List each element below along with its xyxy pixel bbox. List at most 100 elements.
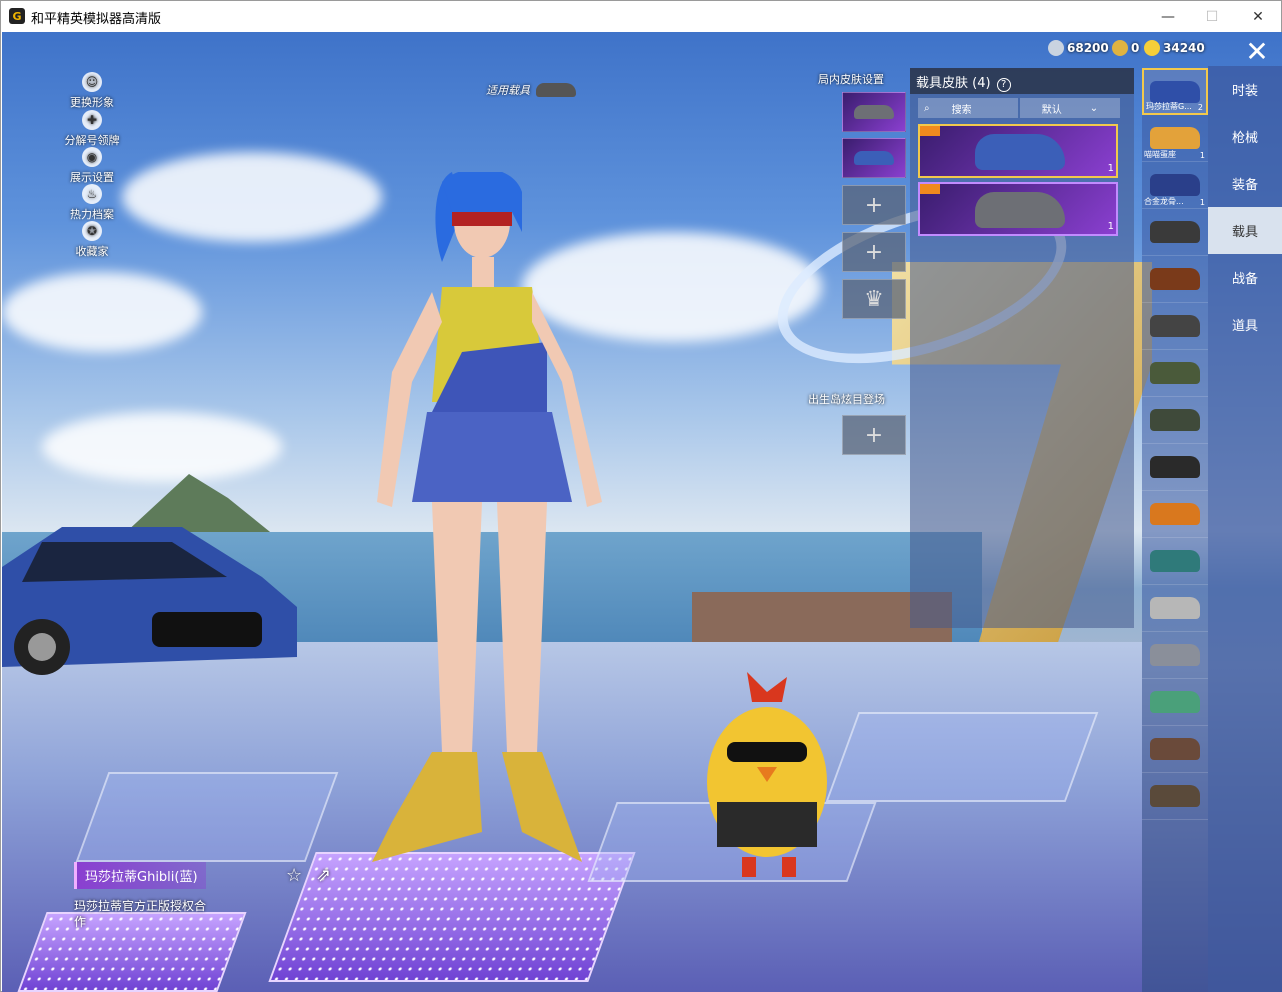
ingame-skin-slot-2[interactable] xyxy=(842,138,906,178)
vehicle-list-item[interactable] xyxy=(1142,773,1208,820)
category-tabs: 时装 枪械 装备 载具 战备 道具 xyxy=(1208,66,1282,992)
title-bar: G 和平精英模拟器高清版 — ☐ ✕ xyxy=(1,1,1281,32)
side-menu-item-heat-archive[interactable]: ♨ 热力档案 xyxy=(62,184,122,222)
vehicle-list-item[interactable] xyxy=(1142,491,1208,538)
vehicle-list-item[interactable] xyxy=(1142,350,1208,397)
skin-sort-dropdown[interactable]: 默认 ⌄ xyxy=(1020,98,1120,118)
vehicle-list-item[interactable] xyxy=(1142,679,1208,726)
vehicle-list-item[interactable] xyxy=(1142,303,1208,350)
currency-token-value: 0 xyxy=(1131,41,1140,55)
chevron-down-icon: ⌄ xyxy=(1089,102,1099,114)
skin-search-label: 搜索 xyxy=(951,104,972,116)
maximize-button[interactable]: ☐ xyxy=(1189,1,1235,32)
currency-gold-value: 34240 xyxy=(1163,41,1205,55)
skin-count: 1 xyxy=(1107,163,1114,174)
vehicle-list-item[interactable] xyxy=(1142,726,1208,773)
side-menu-item-collector[interactable]: ✪ 收藏家 xyxy=(62,221,122,259)
vehicle-list-item[interactable] xyxy=(1142,256,1208,303)
ingame-skin-slot-add-2[interactable]: + xyxy=(842,232,906,272)
vehicle-label: 玛莎拉蒂G... xyxy=(1146,102,1192,111)
help-icon[interactable]: ? xyxy=(996,78,1011,92)
vehicle-skin-panel-header: 载具皮肤 (4) ? xyxy=(910,68,1134,94)
favorite-star-icon[interactable]: ☆ xyxy=(286,865,302,886)
vehicle-list-item[interactable]: 玛莎拉蒂G... 2 xyxy=(1142,68,1208,115)
vehicle-count: 2 xyxy=(1197,103,1203,112)
side-menu-item-change-look[interactable]: ☺ 更换形象 xyxy=(62,72,122,110)
vehicle-count: 1 xyxy=(1199,198,1205,207)
vehicle-license-text: 玛莎拉蒂官方正版授权合作 xyxy=(74,899,207,929)
vehicle-thumbnail-icon xyxy=(1150,644,1200,666)
vehicle-thumbnail-icon xyxy=(1150,315,1200,337)
vehicle-list-item[interactable]: 喵喵蛋座 1 xyxy=(1142,115,1208,162)
game-viewport: ☺ 更换形象 ✚ 分解号领牌 ◉ 展示设置 ♨ 热力档案 ✪ 收藏家 适用载具 xyxy=(2,32,1282,992)
tab-1[interactable]: 枪械 xyxy=(1208,113,1282,160)
tab-0[interactable]: 时装 xyxy=(1208,66,1282,113)
vehicle-label: 喵喵蛋座 xyxy=(1144,150,1176,159)
vehicle-list-item[interactable] xyxy=(1142,209,1208,256)
tab-3[interactable]: 载具 xyxy=(1208,207,1282,254)
player-character xyxy=(372,172,602,862)
side-menu-label: 展示设置 xyxy=(70,171,114,184)
vehicle-thumbnail-icon xyxy=(1150,785,1200,807)
cloud xyxy=(2,272,202,352)
vehicle-thumbnail-icon xyxy=(1150,174,1200,196)
floor-tile xyxy=(825,712,1099,802)
vehicle-skin-title: 载具皮肤 (4) xyxy=(916,76,991,91)
car-thumbnail-icon xyxy=(854,151,894,165)
side-menu-label: 热力档案 xyxy=(70,208,114,221)
cloud xyxy=(42,412,282,482)
vehicle-skin-item[interactable]: 1 xyxy=(918,182,1118,236)
maserati-car xyxy=(2,527,297,675)
vehicle-list-item[interactable] xyxy=(1142,538,1208,585)
cloud xyxy=(122,152,382,242)
vehicle-list-item[interactable] xyxy=(1142,585,1208,632)
birth-island-slot-add[interactable]: + xyxy=(842,415,906,455)
ingame-skin-slot-1[interactable] xyxy=(842,92,906,132)
token-coin-icon xyxy=(1112,40,1128,56)
share-icon[interactable]: ⇗ xyxy=(316,865,331,886)
side-menu-label: 更换形象 xyxy=(70,96,114,109)
apply-vehicle-tag[interactable]: 适用载具 xyxy=(486,82,576,98)
ingame-skin-slot-add-1[interactable]: + xyxy=(842,185,906,225)
eye-icon: ◉ xyxy=(82,147,102,167)
vehicle-list-item[interactable] xyxy=(1142,397,1208,444)
silver-coin-icon xyxy=(1048,40,1064,56)
side-menu-item-display[interactable]: ◉ 展示设置 xyxy=(62,147,122,185)
skin-sort-label: 默认 xyxy=(1041,104,1062,116)
currency-gold: 34240 xyxy=(1144,40,1205,56)
tab-5[interactable]: 道具 xyxy=(1208,301,1282,348)
skin-search-box[interactable]: ⌕ 搜索 xyxy=(918,98,1018,118)
car-skin-thumbnail xyxy=(975,134,1065,170)
person-icon: ☺ xyxy=(82,72,102,92)
vehicle-list-item[interactable] xyxy=(1142,444,1208,491)
vehicle-thumbnail-icon xyxy=(1150,456,1200,478)
vehicle-thumbnail-icon xyxy=(1150,127,1200,149)
minimize-button[interactable]: — xyxy=(1145,1,1191,32)
vehicle-list-item[interactable]: 合金龙骨... 1 xyxy=(1142,162,1208,209)
car-thumbnail-icon xyxy=(536,83,576,97)
new-badge xyxy=(920,126,940,136)
apply-vehicle-label: 适用载具 xyxy=(486,84,530,97)
side-menu-item-decompose[interactable]: ✚ 分解号领牌 xyxy=(62,110,122,148)
vehicle-skin-panel: 载具皮肤 (4) ? ⌕ 搜索 默认 ⌄ 1 1 xyxy=(910,68,1134,628)
vehicle-skin-item[interactable]: 1 xyxy=(918,124,1118,178)
chicken-pet xyxy=(707,672,827,877)
vehicle-thumbnail-icon xyxy=(1150,409,1200,431)
medal-icon: ✪ xyxy=(82,221,102,241)
skin-count: 1 xyxy=(1107,221,1114,232)
vehicle-thumbnail-icon xyxy=(1150,503,1200,525)
close-locker-button[interactable]: ✕ xyxy=(1242,38,1272,68)
close-window-button[interactable]: ✕ xyxy=(1235,1,1281,32)
side-menu-label: 分解号领牌 xyxy=(64,134,120,147)
puzzle-icon: ✚ xyxy=(82,110,102,130)
tab-2[interactable]: 装备 xyxy=(1208,160,1282,207)
ingame-skin-slot-crown[interactable]: ♛ xyxy=(842,279,906,319)
vehicle-thumbnail-icon xyxy=(1150,268,1200,290)
vehicle-list-item[interactable] xyxy=(1142,632,1208,679)
currency-silver: 68200 xyxy=(1048,40,1109,56)
car-thumbnail-icon xyxy=(854,105,894,119)
tab-4[interactable]: 战备 xyxy=(1208,254,1282,301)
vehicle-thumbnail-icon xyxy=(1150,362,1200,384)
vehicle-list: 玛莎拉蒂G... 2 喵喵蛋座 1 合金龙骨... 1 xyxy=(1142,68,1208,992)
app-icon: G xyxy=(9,8,25,24)
